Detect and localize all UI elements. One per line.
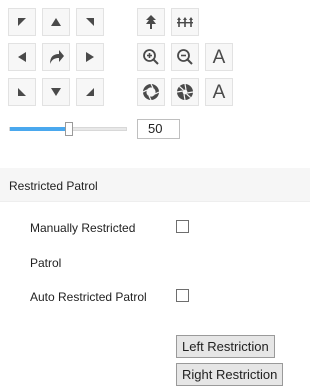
down-arrow-icon: [50, 87, 62, 97]
auto-pan-button[interactable]: [42, 43, 70, 71]
zoom-out-button[interactable]: [171, 43, 199, 71]
pan-right-button[interactable]: [76, 43, 104, 71]
down-right-arrow-icon: [85, 87, 95, 97]
pan-up-button[interactable]: [42, 8, 70, 36]
manual-restricted-label-line2: Patrol: [30, 256, 62, 270]
iris-open-button[interactable]: [137, 78, 165, 106]
speed-slider-handle[interactable]: [65, 122, 73, 136]
zoom-in-icon: [142, 48, 160, 66]
pan-down-right-button[interactable]: [76, 78, 104, 106]
right-restriction-button[interactable]: Right Restriction: [176, 363, 284, 386]
pan-up-left-button[interactable]: [8, 8, 36, 36]
left-restriction-button[interactable]: Left Restriction: [176, 335, 275, 358]
iris-close-button[interactable]: [171, 78, 199, 106]
pan-down-left-button[interactable]: [8, 78, 36, 106]
focus-near-icon: [144, 14, 158, 30]
speed-slider-fill: [10, 127, 69, 131]
pan-up-right-button[interactable]: [76, 8, 104, 36]
down-left-arrow-icon: [17, 87, 27, 97]
right-arrow-icon: [85, 51, 95, 63]
up-right-arrow-icon: [85, 17, 95, 27]
manual-restricted-checkbox[interactable]: [176, 220, 189, 233]
pan-left-button[interactable]: [8, 43, 36, 71]
auto-iris-button[interactable]: A: [205, 78, 233, 106]
left-arrow-icon: [17, 51, 27, 63]
up-arrow-icon: [50, 17, 62, 27]
auto-focus-label: A: [212, 46, 226, 68]
focus-near-button[interactable]: [137, 8, 165, 36]
auto-pan-icon: [47, 49, 65, 65]
section-header: Restricted Patrol: [0, 168, 310, 202]
auto-restricted-checkbox[interactable]: [176, 289, 189, 302]
focus-far-button[interactable]: [171, 8, 199, 36]
section-title: Restricted Patrol: [9, 179, 98, 193]
iris-close-icon: [176, 83, 194, 101]
pan-down-button[interactable]: [42, 78, 70, 106]
iris-open-icon: [142, 83, 160, 101]
speed-value-field[interactable]: 50: [137, 119, 180, 139]
speed-slider[interactable]: [9, 122, 127, 136]
zoom-out-icon: [176, 48, 194, 66]
auto-iris-label: A: [212, 81, 226, 103]
auto-focus-button[interactable]: A: [205, 43, 233, 71]
auto-restricted-label: Auto Restricted Patrol: [30, 290, 147, 304]
up-left-arrow-icon: [17, 17, 27, 27]
manual-restricted-label: Manually Restricted: [30, 221, 136, 235]
zoom-in-button[interactable]: [137, 43, 165, 71]
focus-far-icon: [176, 16, 194, 28]
